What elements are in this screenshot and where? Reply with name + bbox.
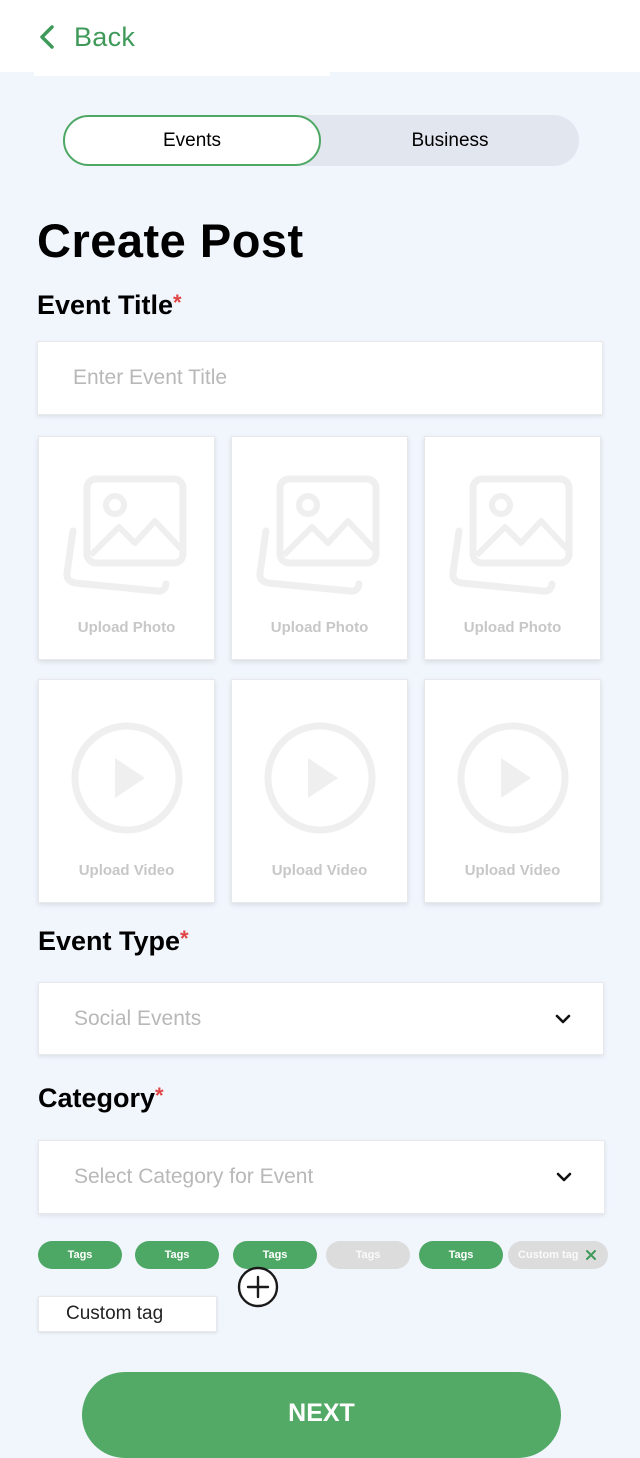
chevron-down-icon <box>543 999 583 1039</box>
next-button[interactable]: NEXT <box>82 1372 561 1458</box>
photo-icon <box>63 475 187 595</box>
custom-tag-chip-label: Custom tag <box>518 1249 579 1261</box>
tag-chip[interactable]: Tags <box>326 1241 410 1269</box>
event-type-select[interactable]: Social Events <box>38 982 604 1055</box>
event-title-input[interactable]: Enter Event Title <box>37 341 603 415</box>
remove-icon[interactable] <box>585 1249 597 1261</box>
upload-video-label: Upload Video <box>271 862 368 879</box>
upload-video-tile[interactable]: Upload Video <box>231 679 408 903</box>
upload-photo-tile[interactable]: Upload Photo <box>424 436 601 660</box>
upload-photo-label: Upload Photo <box>270 619 369 636</box>
back-label: Back <box>74 21 136 52</box>
play-icon <box>264 722 376 834</box>
plus-circle-icon <box>237 1266 279 1308</box>
tab-business[interactable]: Business <box>321 115 579 166</box>
tag-chip[interactable]: Tags <box>38 1241 122 1269</box>
required-mark: * <box>180 926 189 951</box>
header-divider <box>34 72 330 76</box>
upload-photo-label: Upload Photo <box>77 619 176 636</box>
photo-icon <box>449 475 573 595</box>
upload-video-tile[interactable]: Upload Video <box>38 679 215 903</box>
category-label-text: Category <box>38 1083 156 1113</box>
event-type-label-text: Event Type <box>38 926 181 956</box>
chevron-down-icon <box>544 1157 584 1197</box>
category-label: Category* <box>38 1083 164 1114</box>
event-title-label-text: Event Title <box>37 290 174 320</box>
upload-photo-tile[interactable]: Upload Photo <box>231 436 408 660</box>
back-button[interactable]: Back <box>38 20 135 54</box>
add-tag-button[interactable] <box>237 1266 279 1308</box>
custom-tag-input-value: Custom tag <box>66 1303 164 1324</box>
event-type-value: Social Events <box>74 1006 202 1030</box>
page-title: Create Post <box>37 214 304 267</box>
event-title-label: Event Title* <box>37 290 182 321</box>
play-icon <box>71 722 183 834</box>
upload-photo-tile[interactable]: Upload Photo <box>38 436 215 660</box>
required-mark: * <box>173 290 182 315</box>
play-icon <box>457 722 569 834</box>
category-placeholder: Select Category for Event <box>74 1165 314 1188</box>
tag-chip[interactable]: Tags <box>233 1241 317 1269</box>
post-type-switch: Events Business <box>63 115 579 166</box>
custom-tag-chip[interactable]: Custom tag <box>508 1241 608 1269</box>
category-select[interactable]: Select Category for Event <box>38 1140 605 1214</box>
upload-video-label: Upload Video <box>464 862 561 879</box>
chevron-left-icon <box>38 22 60 52</box>
photo-icon <box>256 475 380 595</box>
tab-events[interactable]: Events <box>63 115 321 166</box>
upload-video-label: Upload Video <box>78 862 175 879</box>
required-mark: * <box>155 1083 164 1108</box>
upload-photo-label: Upload Photo <box>463 619 562 636</box>
tag-chip[interactable]: Tags <box>419 1241 503 1269</box>
custom-tag-input[interactable]: Custom tag <box>38 1296 217 1332</box>
tag-chip[interactable]: Tags <box>135 1241 219 1269</box>
event-type-label: Event Type* <box>38 926 189 957</box>
event-title-placeholder: Enter Event Title <box>73 366 228 389</box>
top-bar: Back <box>0 0 640 72</box>
upload-video-tile[interactable]: Upload Video <box>424 679 601 903</box>
